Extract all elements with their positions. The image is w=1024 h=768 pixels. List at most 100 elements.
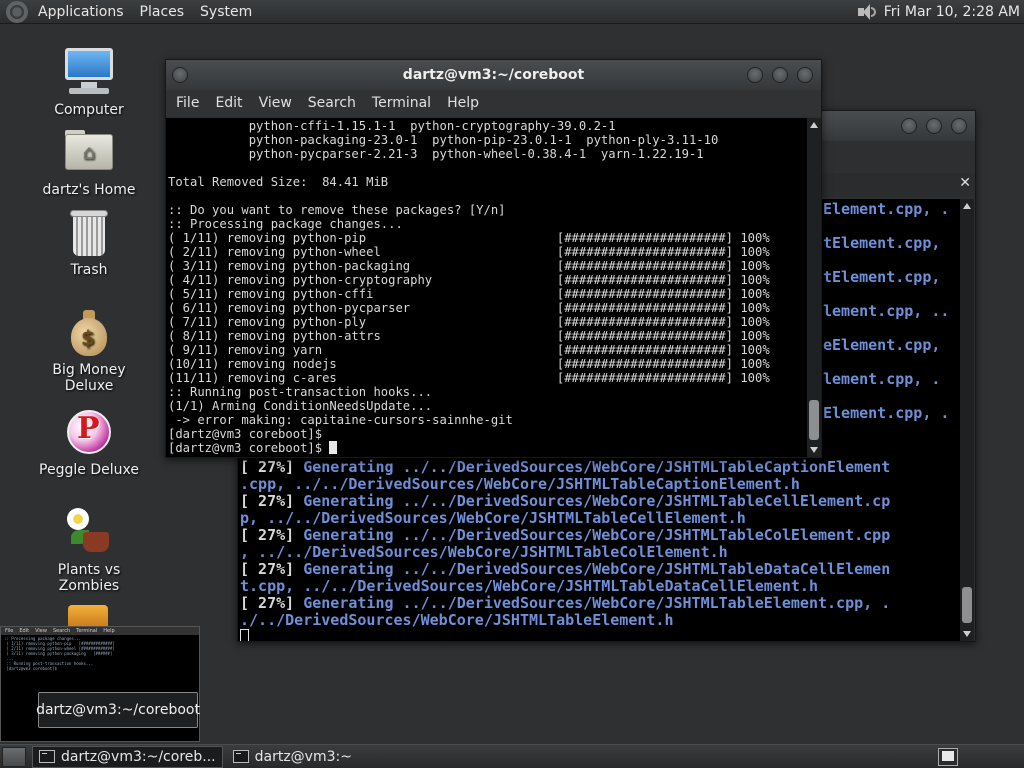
desktop-icon-computer[interactable]: Computer xyxy=(29,46,149,118)
close-button[interactable] xyxy=(797,67,813,83)
terminal-line: ( 9/11) removing yarn [#################… xyxy=(168,343,770,357)
terminal-line: [ 27%] Generating ../../DerivedSources/W… xyxy=(240,561,960,578)
terminal-line: [ 27%] Generating ../../DerivedSources/W… xyxy=(240,493,960,510)
terminal-line: :: Running post-transaction hooks... xyxy=(168,385,433,399)
window-title: dartz@vm3:~/coreboot xyxy=(402,67,585,83)
plants-vs-zombies-icon xyxy=(63,506,115,558)
terminal-line: :: Do you want to remove these packages?… xyxy=(168,203,506,217)
generating-text: , ../../DerivedSources/WebCore/JSHTMLTab… xyxy=(240,543,728,561)
top-panel: Applications Places System Fri Mar 10, 2… xyxy=(0,0,1024,24)
terminal-icon xyxy=(232,750,249,763)
window-menu-button[interactable] xyxy=(172,67,188,83)
show-desktop-button[interactable] xyxy=(2,746,26,767)
desktop-icon-label: Peggle Deluxe xyxy=(39,462,139,478)
terminal-line: [dartz@vm3 coreboot]$ xyxy=(168,427,323,441)
peggle-icon: P xyxy=(63,406,115,458)
terminal-line: -> error making: capitaine-cursors-sainn… xyxy=(168,413,513,427)
menu-terminal[interactable]: Terminal xyxy=(364,95,439,111)
desktop-icon-home[interactable]: ⌂ dartz's Home xyxy=(29,126,149,198)
text-cursor xyxy=(329,441,338,454)
front-terminal-window[interactable]: dartz@vm3:~/coreboot File Edit View Sear… xyxy=(165,59,822,458)
terminal-line: Total Removed Size: 84.41 MiB xyxy=(168,175,389,189)
desktop-icon-label: dartz's Home xyxy=(42,182,136,198)
progress-prefix: [ 27%] xyxy=(240,594,304,612)
progress-prefix: [ 27%] xyxy=(240,492,304,510)
desktop-icon-plants-vs-zombies[interactable]: Plants vs Zombies xyxy=(29,506,149,594)
terminal-line: ( 8/11) removing python-attrs [#########… xyxy=(168,329,770,343)
terminal-line: ( 1/11) removing python-pip [###########… xyxy=(168,231,770,245)
computer-icon xyxy=(63,46,115,98)
menu-file[interactable]: File xyxy=(168,95,207,111)
places-menu[interactable]: Places xyxy=(132,0,193,24)
progress-prefix: [ 27%] xyxy=(240,458,304,476)
tab-close-icon[interactable]: ✕ xyxy=(959,175,971,191)
desktop-icon-label: Computer xyxy=(54,102,124,118)
distro-logo-icon[interactable] xyxy=(6,0,28,23)
menu-help[interactable]: Help xyxy=(439,95,487,111)
terminal-line: ( 2/11) removing python-wheel [#########… xyxy=(168,245,770,259)
scroll-thumb[interactable] xyxy=(809,400,819,440)
minimize-button[interactable] xyxy=(747,67,763,83)
front-scrollbar[interactable] xyxy=(807,118,821,457)
terminal-line-fragment: eElement.cpp, xyxy=(823,336,941,354)
terminal-line: [dartz@vm3 coreboot]$ xyxy=(168,441,807,455)
desktop-icon-big-money[interactable]: $ Big Money Deluxe xyxy=(29,306,149,394)
menu-view[interactable]: View xyxy=(251,95,300,111)
scroll-up-arrow[interactable] xyxy=(963,203,971,209)
workspace-switcher[interactable] xyxy=(938,747,958,766)
terminal-line-fragment: tElement.cpp, xyxy=(823,268,941,286)
generating-text: t.cpp, ../../DerivedSources/WebCore/JSHT… xyxy=(240,577,818,595)
menu-search[interactable]: Search xyxy=(300,95,364,111)
scroll-up-arrow[interactable] xyxy=(810,122,818,128)
terminal-line: [ 27%] Generating ../../DerivedSources/W… xyxy=(240,527,960,544)
clock[interactable]: Fri Mar 10, 2:28 AM xyxy=(884,4,1024,20)
terminal-line: ./../DerivedSources/WebCore/JSHTMLTableE… xyxy=(240,612,960,629)
progress-prefix: [ 27%] xyxy=(240,560,304,578)
back-scrollbar[interactable] xyxy=(960,199,974,641)
maximize-button[interactable] xyxy=(772,67,788,83)
scroll-down-arrow[interactable] xyxy=(963,631,971,637)
terminal-line: python-cffi-1.15.1-1 python-cryptography… xyxy=(168,119,616,133)
terminal-line-fragment: lement.cpp, .. xyxy=(823,302,950,320)
terminal-line: (11/11) removing c-ares [###############… xyxy=(168,371,770,385)
terminal-line: [ 27%] Generating ../../DerivedSources/W… xyxy=(240,595,960,612)
generating-text: Generating ../../DerivedSources/WebCore/… xyxy=(303,458,891,476)
desktop-icon-label: Plants vs Zombies xyxy=(57,562,121,594)
taskbar-item-home[interactable]: dartz@vm3:~ xyxy=(227,746,358,768)
scroll-thumb[interactable] xyxy=(962,587,972,623)
terminal-line-fragment: Element.cpp, . xyxy=(823,404,950,422)
terminal-line xyxy=(240,629,960,641)
terminal-line: ( 6/11) removing python-pycparser [#####… xyxy=(168,301,770,315)
close-button[interactable] xyxy=(951,118,967,134)
generating-text: p, ../../DerivedSources/WebCore/JSHTMLTa… xyxy=(240,509,746,527)
maximize-button[interactable] xyxy=(926,118,942,134)
generating-text: Generating ../../DerivedSources/WebCore/… xyxy=(303,526,891,544)
volume-icon[interactable] xyxy=(857,3,876,20)
generating-text: ./../DerivedSources/WebCore/JSHTMLTableE… xyxy=(240,611,674,629)
applications-menu[interactable]: Applications xyxy=(30,0,132,24)
generating-text: Generating ../../DerivedSources/WebCore/… xyxy=(303,492,891,510)
front-terminal-output[interactable]: python-cffi-1.15.1-1 python-cryptography… xyxy=(166,118,807,457)
terminal-line: t.cpp, ../../DerivedSources/WebCore/JSHT… xyxy=(240,578,960,595)
terminal-line: python-pycparser-2.21-3 python-wheel-0.3… xyxy=(168,147,704,161)
taskbar-item-label: dartz@vm3:~ xyxy=(254,748,352,765)
terminal-line: (1/1) Arming ConditionNeedsUpdate... xyxy=(168,399,433,413)
menu-edit[interactable]: Edit xyxy=(207,95,250,111)
terminal-line: ( 4/11) removing python-cryptography [##… xyxy=(168,273,770,287)
terminal-icon xyxy=(39,750,55,763)
generating-text: .cpp, ../../DerivedSources/WebCore/JSHTM… xyxy=(240,475,800,493)
terminal-line: ( 7/11) removing python-ply [###########… xyxy=(168,315,770,329)
system-menu[interactable]: System xyxy=(192,0,260,24)
desktop-icon-trash[interactable]: Trash xyxy=(29,206,149,278)
terminal-line: :: Processing package changes... xyxy=(168,217,403,231)
scroll-down-arrow[interactable] xyxy=(810,447,818,453)
desktop-icon-peggle[interactable]: P Peggle Deluxe xyxy=(29,406,149,478)
minimize-button[interactable] xyxy=(901,118,917,134)
terminal-line: python-packaging-23.0-1 python-pip-23.0.… xyxy=(168,133,719,147)
taskbar-tooltip: dartz@vm3:~/coreboot xyxy=(36,692,200,728)
text-cursor xyxy=(240,629,249,641)
front-window-titlebar[interactable]: dartz@vm3:~/coreboot xyxy=(166,60,821,90)
taskbar-item-coreboot[interactable]: dartz@vm3:~/coreb... xyxy=(32,745,223,768)
